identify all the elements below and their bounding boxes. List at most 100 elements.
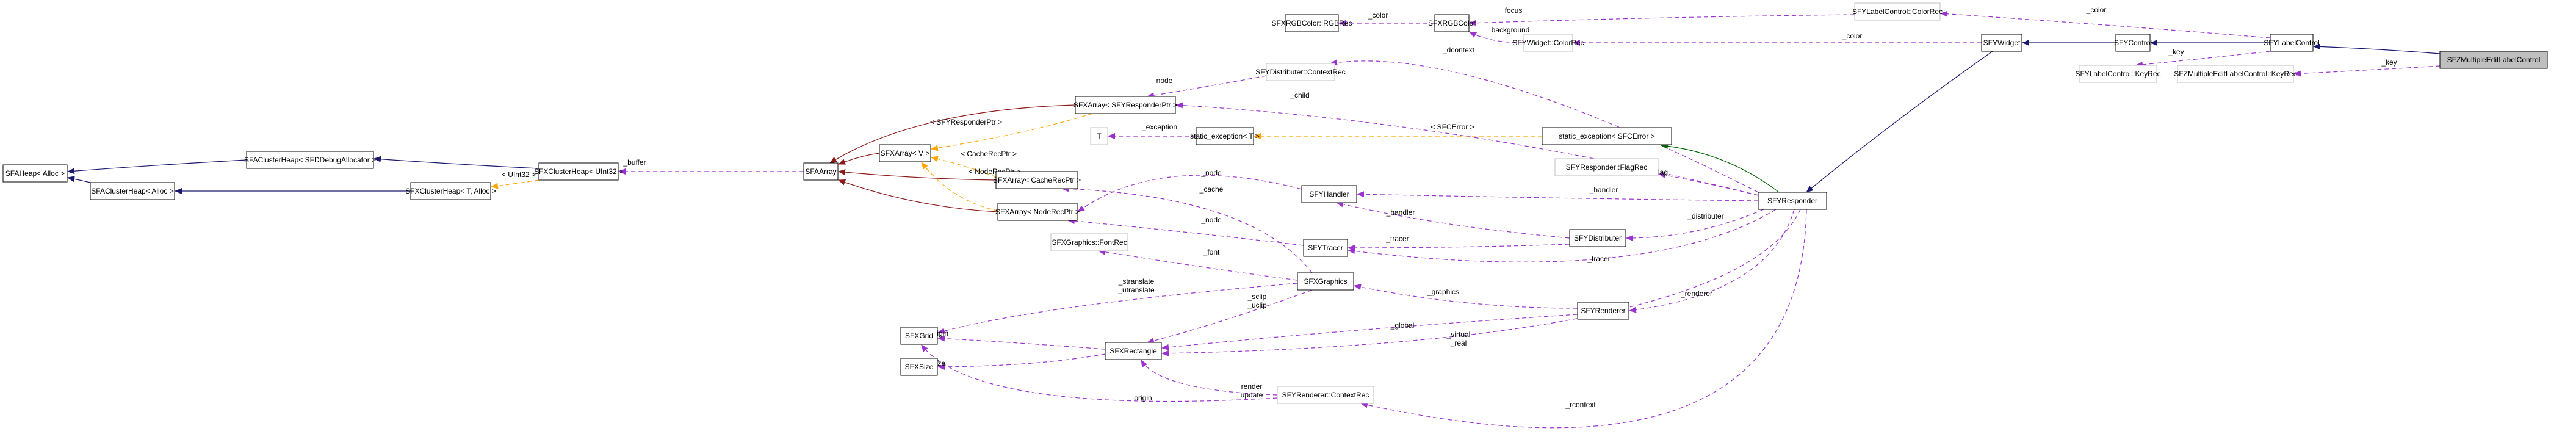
edge-label-graphics-to-grid: _utranslate — [1117, 286, 1155, 294]
class-node-distributer[interactable]: SFYDistributer — [1569, 229, 1626, 247]
edge-labelcontrol-to-label_keyrec — [2135, 51, 2271, 68]
collaboration-diagram: < UInt32 > _buffer < SFYResponderPtr > < Ca… — [2, 2, 2548, 429]
edge-responder-to-rectangle — [1161, 209, 1801, 356]
edge-label-renderer-to-rectangle: _global — [1390, 321, 1415, 330]
class-node-label_colorrec[interactable]: SFYLabelControl::ColorRec — [1852, 2, 1943, 21]
class-name: SFXRectangle — [1109, 347, 1157, 355]
edge-label_colorrec-to-rgbcolor — [1469, 14, 1855, 26]
class-node-distrib_ctx[interactable]: SFYDistributer::ContextRec — [1255, 63, 1346, 81]
edge-widget-to-responder — [1806, 51, 1993, 193]
edge-responder-to-distrib_ctx — [1330, 59, 1759, 193]
edge-graphics-to-sfxarray_cache — [1061, 186, 1313, 273]
edge-label-sfxarray_cache-to-sfxarray_v: < CacheRecPtr > — [961, 150, 1017, 158]
class-node-sfxarray_cache[interactable]: SFXArray< CacheRecPtr > — [993, 171, 1081, 189]
class-node-rectangle[interactable]: SFXRectangle — [1105, 342, 1162, 360]
edge-label-sfaarray-to-sfxcluster_uint32: _buffer — [622, 158, 646, 167]
class-node-static_exc_t[interactable]: static_exception< T > — [1190, 127, 1260, 145]
class-node-labelcontrol[interactable]: SFYLabelControl — [2264, 34, 2320, 52]
edge-rectangle-to-size — [937, 353, 1106, 370]
edge-sfxarray_resp-to-sfaarray — [829, 104, 1076, 164]
edge-multi-to-labelcontrol — [2313, 43, 2441, 54]
edge-multi-to-multi_keyrec — [2293, 65, 2441, 77]
class-name: SFXArray< CacheRecPtr > — [993, 176, 1081, 184]
class-node-sfxcluster_uint32[interactable]: SFXClusterHeap< UInt32 > — [534, 162, 623, 181]
class-node-sfxarray_v[interactable]: SFXArray< V > — [879, 144, 931, 162]
class-node-sfxcluster_t[interactable]: SFXClusterHeap< T, Alloc > — [405, 182, 496, 200]
class-node-control[interactable]: SFYControl — [2114, 34, 2152, 52]
class-name: T — [1097, 132, 1102, 140]
class-name: SFYLabelControl::ColorRec — [1852, 7, 1943, 16]
class-node-tracer[interactable]: SFYTracer — [1303, 239, 1348, 257]
class-name: SFXArray< V > — [881, 149, 930, 157]
class-node-multi[interactable]: SFZMultipleEditLabelControl — [2439, 51, 2548, 69]
edge-sfxcluster_uint32-to-sfxcluster_t — [491, 179, 539, 189]
edge-distributer-to-handler — [1336, 201, 1570, 239]
edge-label-handler-to-sfxarray_node: _node — [1200, 168, 1222, 177]
edge-label-distributer-to-tracer: _tracer — [1385, 234, 1409, 243]
edge-label-static_exc_t-to-t: _exception — [1141, 123, 1177, 131]
class-node-flagrec[interactable]: SFYResponder::FlagRec — [1554, 158, 1659, 176]
edge-label-sfxarray_resp-to-sfxarray_v: < SFYResponderPtr > — [930, 118, 1002, 126]
class-node-widget_colorrec[interactable]: SFYWidget::ColorRec — [1512, 34, 1584, 52]
class-name: SFAClusterHeap< SFDDebugAllocator > — [244, 156, 376, 164]
class-node-multi_keyrec[interactable]: SFZMultipleEditLabelControl::KeyRec — [2174, 65, 2297, 83]
class-name: SFYDistributer — [1574, 234, 1622, 242]
class-node-sfacluster_alloc[interactable]: SFAClusterHeap< Alloc > — [90, 182, 175, 200]
class-node-renderer_ctx[interactable]: SFYRenderer::ContextRec — [1277, 386, 1374, 404]
class-name: SFYResponder::FlagRec — [1566, 163, 1647, 172]
edge-handler-to-sfxarray_node — [1077, 175, 1302, 212]
class-node-label_keyrec[interactable]: SFYLabelControl::KeyRec — [2075, 65, 2161, 83]
edge-label-renderer_ctx-to-rectangle: update — [1241, 391, 1263, 399]
edge-responder-to-handler — [1357, 191, 1759, 201]
edge-label-responder-to-tracer: _tracer — [1587, 255, 1610, 263]
edge-label-responder-to-distrib_ctx: _dcontext — [1442, 46, 1475, 54]
edge-label-multi-to-multi_keyrec: _key — [2381, 58, 2397, 67]
class-node-widget[interactable]: SFYWidget — [1981, 34, 2022, 52]
class-node-rgbcolor[interactable]: SFXRGBColor — [1428, 14, 1476, 32]
edge-responder-to-static_exc_sfc — [1661, 143, 1780, 193]
class-name: SFYLabelControl::KeyRec — [2075, 70, 2160, 78]
class-node-static_exc_sfc[interactable]: static_exception< SFCError > — [1542, 127, 1672, 145]
class-node-grid[interactable]: SFXGrid — [900, 327, 938, 345]
edge-renderer-to-rectangle — [1161, 314, 1578, 350]
class-node-rgbrec[interactable]: SFXRGBColor::RGBRec — [1271, 14, 1352, 32]
class-name: SFYWidget — [1983, 38, 2021, 47]
edge-distributer-to-tracer — [1348, 244, 1570, 251]
class-name: SFYRenderer::ContextRec — [1282, 391, 1369, 399]
class-name: static_exception< SFCError > — [1559, 132, 1654, 140]
class-node-sfxarray_resp[interactable]: SFXArray< SFYResponderPtr > — [1073, 96, 1177, 114]
class-name: SFZMultipleEditLabelControl::KeyRec — [2174, 70, 2296, 78]
class-node-sfacluster_debug[interactable]: SFAClusterHeap< SFDDebugAllocator > — [244, 151, 376, 169]
edge-label-graphics-to-grid: _stranslate — [1118, 277, 1155, 286]
edge-renderer_ctx-to-grid — [921, 344, 1278, 402]
edge-label-widget-to-widget_colorrec: _color — [1842, 32, 1863, 40]
edge-label-graphics-to-rectangle: _sclip — [1247, 292, 1267, 301]
class-node-responder[interactable]: SFYResponder — [1758, 192, 1827, 210]
edge-label-responder-to-sfxarray_resp: _child — [1290, 91, 1309, 99]
class-name: SFXSize — [905, 363, 934, 371]
edge-sfacluster_debug-to-sfaheap — [67, 159, 247, 175]
edge-graphics-to-fontrec — [1098, 248, 1298, 281]
class-node-sfxarray_node[interactable]: SFXArray< NodeRecPtr > — [995, 203, 1080, 221]
class-name: SFXArray< SFYResponderPtr > — [1073, 101, 1177, 109]
edge-label-labelcontrol-to-label_colorrec: _color — [2086, 5, 2107, 14]
class-node-handler[interactable]: SFYHandler — [1301, 185, 1357, 203]
class-name: SFXClusterHeap< T, Alloc > — [405, 187, 496, 195]
class-name: SFYResponder — [1767, 197, 1817, 205]
edge-label-renderer_ctx-to-rectangle: render — [1241, 382, 1263, 391]
class-node-fontrec[interactable]: SFXGraphics::FontRec — [1050, 233, 1128, 251]
edge-label-sfxcluster_uint32-to-sfxcluster_t: < UInt32 > — [502, 170, 536, 179]
class-node-size[interactable]: SFXSize — [900, 358, 938, 376]
class-name: SFXClusterHeap< UInt32 > — [534, 167, 623, 176]
class-name: SFXRGBColor::RGBRec — [1271, 19, 1352, 27]
class-name: SFXGraphics — [1304, 277, 1347, 286]
class-node-t[interactable]: T — [1090, 127, 1108, 145]
edge-label-responder-to-handler: _handler — [1589, 186, 1618, 194]
edge-sfxarray_node-to-sfaarray — [838, 179, 998, 212]
edge-label-responder-to-rectangle: _virtual — [1446, 330, 1471, 339]
class-name: SFZMultipleEditLabelControl — [2447, 56, 2541, 64]
class-node-sfaheap[interactable]: SFAHeap< Alloc > — [2, 164, 68, 183]
class-node-graphics[interactable]: SFXGraphics — [1297, 272, 1354, 291]
class-node-sfaarray[interactable]: SFAArray — [803, 162, 839, 181]
class-node-renderer[interactable]: SFYRenderer — [1577, 302, 1629, 320]
